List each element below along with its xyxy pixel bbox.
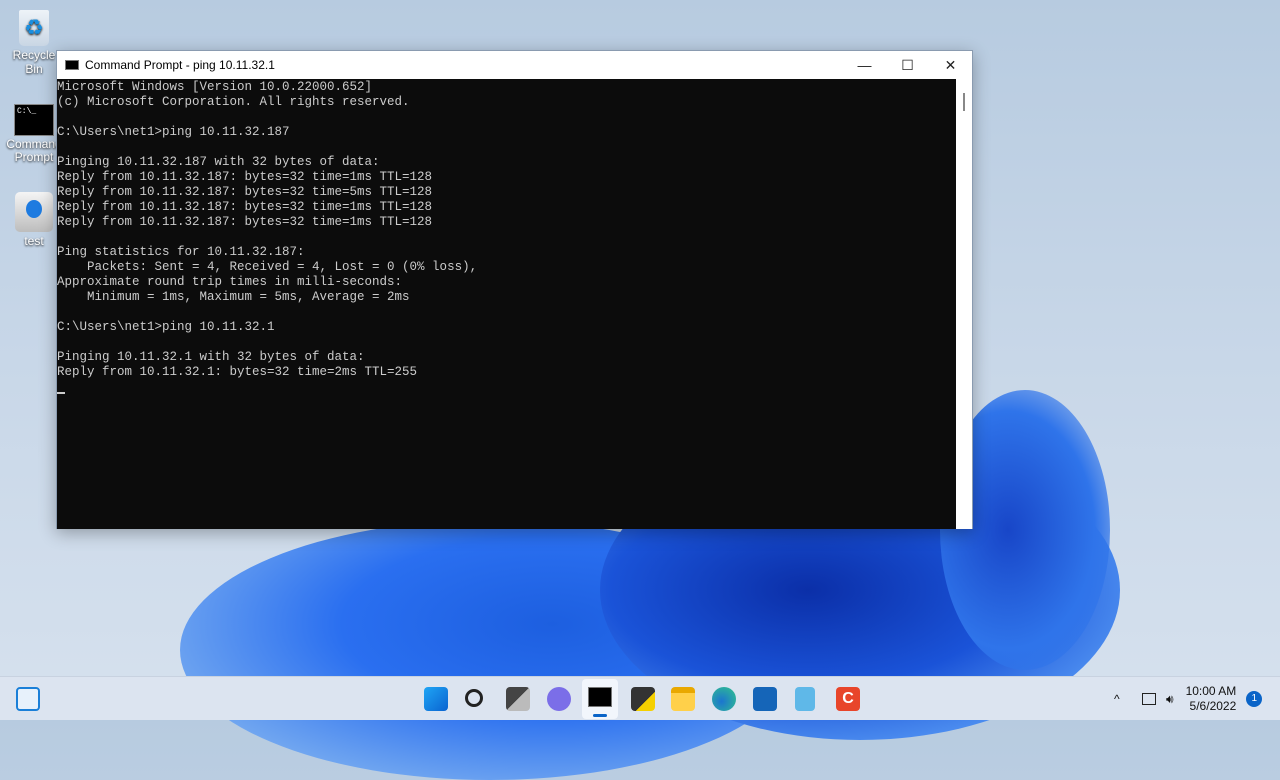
maximize-button[interactable]: ☐	[886, 51, 929, 79]
app-c-icon[interactable]: C	[836, 687, 860, 711]
task-view-icon[interactable]	[506, 687, 530, 711]
store-icon[interactable]	[753, 687, 777, 711]
console-line: Reply from 10.11.32.187: bytes=32 time=1…	[57, 215, 433, 229]
text-cursor	[57, 392, 65, 394]
clock-time: 10:00 AM	[1185, 684, 1237, 698]
start-icon[interactable]	[424, 687, 448, 711]
console-output[interactable]: Microsoft Windows [Version 10.0.22000.65…	[57, 79, 957, 529]
teams-chat-icon[interactable]	[547, 687, 571, 711]
desktop-icon-label: test	[24, 234, 44, 248]
console-line: Approximate round trip times in milli-se…	[57, 275, 403, 289]
console-line: Packets: Sent = 4, Received = 4, Lost = …	[57, 260, 478, 274]
scrollbar[interactable]	[956, 79, 972, 529]
console-line: Reply from 10.11.32.187: bytes=32 time=1…	[57, 170, 433, 184]
notepad-icon[interactable]	[795, 687, 815, 711]
scrollbar-thumb[interactable]	[963, 93, 965, 111]
show-hidden-icons-chevron[interactable]: ^	[1114, 692, 1132, 706]
console-line: Pinging 10.11.32.187 with 32 bytes of da…	[57, 155, 380, 169]
window-title: Command Prompt - ping 10.11.32.1	[85, 58, 275, 72]
desktop-icon-test[interactable]: test	[4, 192, 64, 248]
console-line: C:\Users\net1>ping 10.11.32.1	[57, 320, 275, 334]
desktop-icon-recycle-bin[interactable]: ♻ Recycle Bin	[4, 10, 64, 76]
title-bar[interactable]: Command Prompt - ping 10.11.32.1 — ☐ ✕	[57, 51, 972, 79]
test-app-icon	[15, 192, 53, 232]
minimize-button[interactable]: —	[843, 51, 886, 79]
console-line: Reply from 10.11.32.1: bytes=32 time=2ms…	[57, 365, 418, 379]
network-icon[interactable]	[1142, 693, 1156, 705]
file-explorer-icon[interactable]	[671, 687, 695, 711]
console-line: Reply from 10.11.32.187: bytes=32 time=5…	[57, 185, 433, 199]
close-button[interactable]: ✕	[929, 51, 972, 79]
search-icon[interactable]	[465, 689, 483, 707]
console-line: (c) Microsoft Corporation. All rights re…	[57, 95, 410, 109]
console-line: Ping statistics for 10.11.32.187:	[57, 245, 305, 259]
active-indicator	[593, 714, 607, 717]
taskbar: C ^ 🔊︎ 10:00 AM 5/6/2022 1	[0, 676, 1280, 720]
clock-date: 5/6/2022	[1189, 699, 1237, 713]
volume-icon[interactable]: 🔊︎	[1166, 692, 1174, 707]
command-prompt-icon	[588, 687, 612, 707]
system-tray: ^ 🔊︎ 10:00 AM 5/6/2022 1	[1114, 677, 1263, 721]
sticky-notes-icon[interactable]	[631, 687, 655, 711]
command-prompt-icon	[65, 60, 79, 70]
command-prompt-icon: C:\_	[14, 104, 54, 136]
desktop-icon-label: Recycle Bin	[12, 48, 56, 76]
notification-badge[interactable]: 1	[1246, 691, 1263, 707]
console-line: Minimum = 1ms, Maximum = 5ms, Average = …	[57, 290, 410, 304]
console-line: Microsoft Windows [Version 10.0.22000.65…	[57, 80, 373, 94]
command-prompt-taskbar-button[interactable]	[582, 679, 618, 719]
console-line: Pinging 10.11.32.1 with 32 bytes of data…	[57, 350, 365, 364]
desktop-icon-label: Command Prompt	[6, 137, 62, 164]
console-line: Reply from 10.11.32.187: bytes=32 time=1…	[57, 200, 433, 214]
recycle-bin-icon: ♻	[19, 10, 49, 46]
edge-icon[interactable]	[712, 687, 736, 711]
desktop-icon-command-prompt[interactable]: C:\_ Command Prompt	[4, 104, 64, 164]
console-line: C:\Users\net1>ping 10.11.32.187	[57, 125, 290, 139]
command-prompt-window: Command Prompt - ping 10.11.32.1 — ☐ ✕ M…	[56, 50, 973, 529]
clock[interactable]: 10:00 AM 5/6/2022	[1186, 684, 1237, 714]
widgets-icon[interactable]	[16, 687, 40, 711]
